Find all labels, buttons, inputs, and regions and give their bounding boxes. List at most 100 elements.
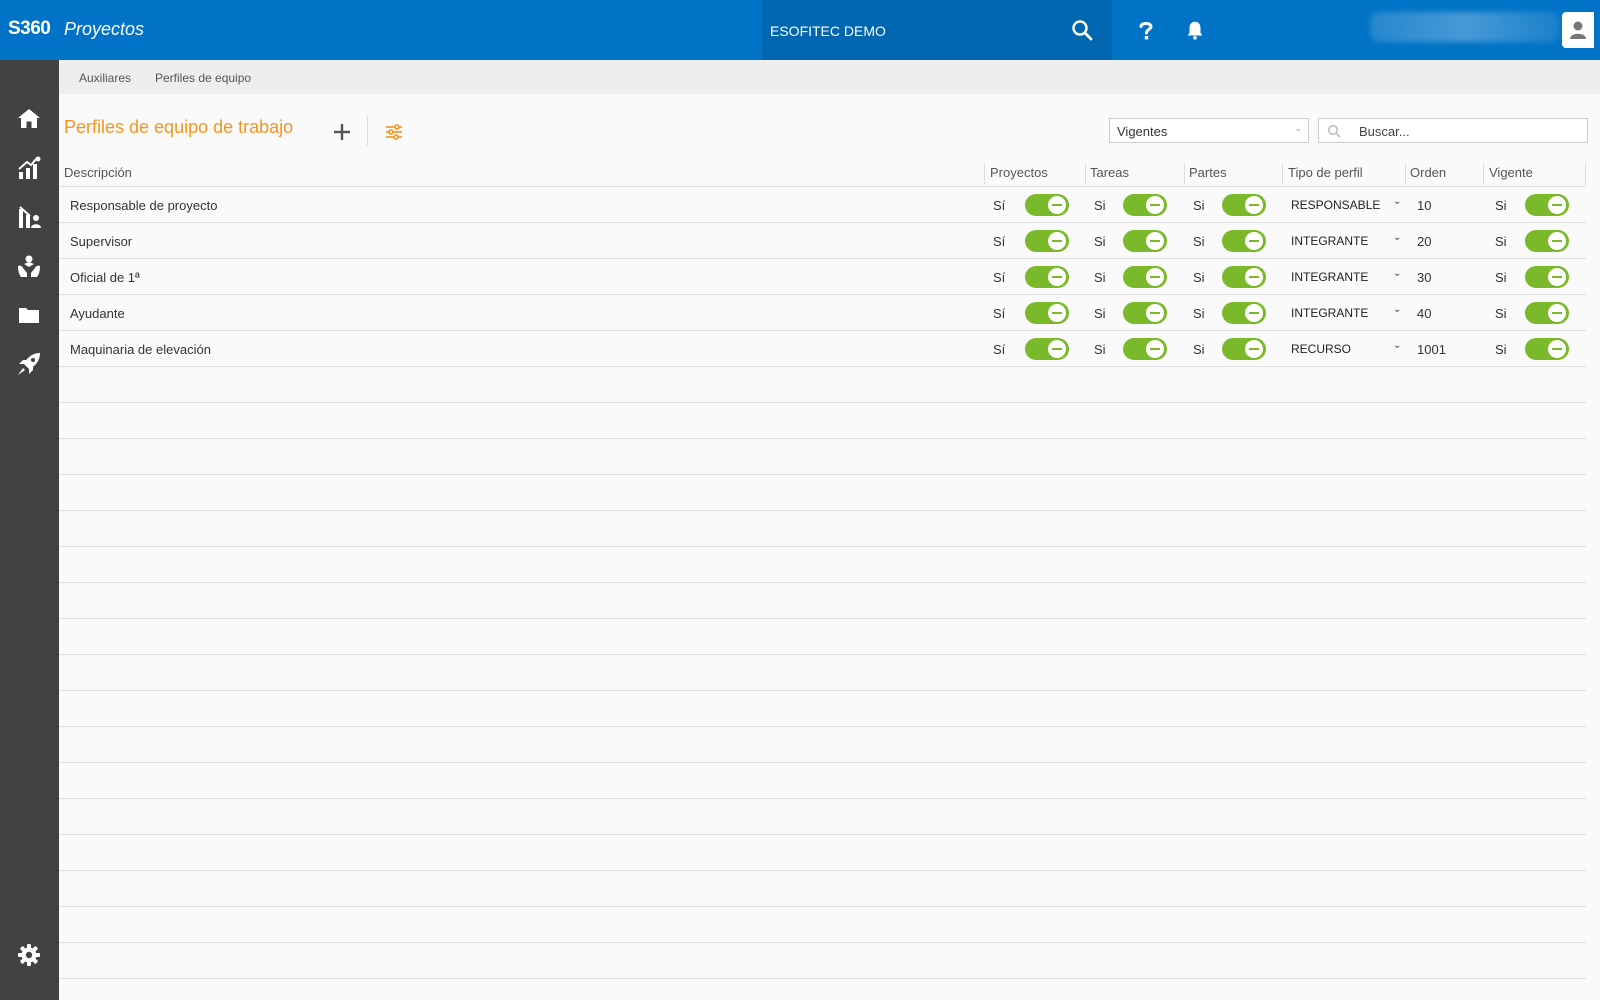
tipo-perfil-select[interactable]: RESPONSABLE [1291, 198, 1380, 212]
toggle-proyectos[interactable] [1025, 230, 1069, 252]
company-name: ESOFITEC DEMO [770, 23, 886, 39]
cell-proyectos-value: Sí [993, 270, 1006, 285]
empty-table-row [59, 907, 1586, 943]
search-input[interactable] [1359, 122, 1579, 140]
cell-vigente-value: Si [1495, 270, 1507, 285]
column-header-tareas[interactable]: Tareas [1090, 165, 1129, 180]
rocket-icon[interactable] [16, 351, 42, 377]
cell-orden: 1001 [1417, 342, 1446, 357]
search-icon[interactable] [1070, 18, 1094, 42]
minus-icon [1245, 304, 1263, 322]
company-selector[interactable]: ESOFITEC DEMO [762, 0, 1112, 60]
toggle-partes[interactable] [1222, 230, 1266, 252]
toggle-vigente[interactable] [1525, 230, 1569, 252]
toggle-partes[interactable] [1222, 194, 1266, 216]
chevron-down-icon[interactable]: ⌄ [1393, 268, 1401, 279]
toggle-proyectos[interactable] [1025, 302, 1069, 324]
chevron-down-icon[interactable]: ⌄ [1393, 196, 1401, 207]
column-header-partes[interactable]: Partes [1189, 165, 1227, 180]
column-header-descripcion[interactable]: Descripción [64, 165, 132, 180]
column-divider [1184, 163, 1185, 185]
tipo-perfil-select[interactable]: INTEGRANTE [1291, 234, 1368, 248]
home-icon[interactable] [16, 106, 42, 132]
cell-tareas-value: Si [1094, 306, 1106, 321]
cell-partes-value: Si [1193, 234, 1205, 249]
user-name[interactable] [1370, 12, 1560, 42]
app-title: Proyectos [64, 19, 145, 39]
column-header-orden[interactable]: Orden [1410, 165, 1446, 180]
empty-table-row [59, 583, 1586, 619]
cell-partes-value: Si [1193, 270, 1205, 285]
analytics-icon[interactable] [16, 155, 42, 181]
empty-table-row [59, 619, 1586, 655]
toggle-vigente[interactable] [1525, 338, 1569, 360]
toggle-proyectos[interactable] [1025, 194, 1069, 216]
table-row[interactable]: Oficial de 1ª Sí Si Si INTEGRANTE ⌄ 30 Si [59, 259, 1586, 295]
tipo-perfil-select[interactable]: RECURSO [1291, 342, 1351, 356]
page-title: Perfiles de equipo de trabajo [64, 117, 294, 137]
avatar[interactable] [1562, 12, 1594, 48]
cell-descripcion: Ayudante [70, 306, 125, 321]
chevron-down-icon[interactable]: ⌄ [1393, 340, 1401, 351]
minus-icon [1146, 304, 1164, 322]
toggle-vigente[interactable] [1525, 266, 1569, 288]
empty-table-row [59, 799, 1586, 835]
toggle-vigente[interactable] [1525, 302, 1569, 324]
reports-icon[interactable] [16, 204, 42, 230]
toggle-tareas[interactable] [1123, 338, 1167, 360]
minus-icon [1245, 232, 1263, 250]
cell-tareas-value: Si [1094, 270, 1106, 285]
tipo-perfil-select[interactable]: INTEGRANTE [1291, 270, 1368, 284]
toggle-tareas[interactable] [1123, 194, 1167, 216]
toggle-vigente[interactable] [1525, 194, 1569, 216]
column-header-vigente[interactable]: Vigente [1489, 165, 1533, 180]
empty-table-row [59, 655, 1586, 691]
search-icon [1327, 124, 1341, 138]
chevron-down-icon[interactable]: ⌄ [1393, 232, 1401, 243]
minus-icon [1245, 268, 1263, 286]
toggle-proyectos[interactable] [1025, 266, 1069, 288]
bell-icon[interactable] [1184, 19, 1206, 41]
cell-proyectos-value: Sí [993, 342, 1006, 357]
minus-icon [1146, 196, 1164, 214]
cell-partes-value: Si [1193, 306, 1205, 321]
table-row[interactable]: Supervisor Sí Si Si INTEGRANTE ⌄ 20 Si [59, 223, 1586, 259]
toggle-tareas[interactable] [1123, 230, 1167, 252]
breadcrumb-item-auxiliares[interactable]: Auxiliares [79, 71, 131, 85]
user-icon [1570, 21, 1586, 39]
table-row[interactable]: Ayudante Sí Si Si INTEGRANTE ⌄ 40 Si [59, 295, 1586, 331]
minus-icon [1048, 196, 1066, 214]
profiles-table: Descripción Proyectos Tareas Partes Tipo… [59, 160, 1586, 979]
cell-proyectos-value: Sí [993, 306, 1006, 321]
search-field[interactable] [1318, 118, 1588, 143]
filter-settings-icon[interactable] [384, 122, 404, 142]
toggle-partes[interactable] [1222, 302, 1266, 324]
column-divider [984, 163, 985, 185]
minus-icon [1548, 196, 1566, 214]
toggle-partes[interactable] [1222, 338, 1266, 360]
chevron-down-icon[interactable]: ⌄ [1393, 304, 1401, 315]
tipo-perfil-select[interactable]: INTEGRANTE [1291, 306, 1368, 320]
column-header-proyectos[interactable]: Proyectos [990, 165, 1048, 180]
add-icon[interactable] [330, 120, 354, 144]
breadcrumb-item-perfiles[interactable]: Perfiles de equipo [155, 71, 251, 85]
gear-icon[interactable] [16, 942, 42, 968]
table-row[interactable]: Maquinaria de elevación Sí Si Si RECURSO ⌄ 100… [59, 331, 1586, 367]
brand-logo[interactable]: S360 [8, 18, 51, 40]
cell-orden: 30 [1417, 270, 1432, 285]
help-icon[interactable] [1134, 18, 1158, 42]
cell-orden: 10 [1417, 198, 1432, 213]
status-filter-select[interactable]: Vigentes ⌄ [1109, 118, 1309, 143]
toggle-partes[interactable] [1222, 266, 1266, 288]
toggle-tareas[interactable] [1123, 266, 1167, 288]
top-bar: S360 Proyectos ESOFITEC DEMO [0, 0, 1600, 60]
cell-descripcion: Oficial de 1ª [70, 270, 140, 285]
table-row[interactable]: Responsable de proyecto Sí Si Si RESPONSABLE… [59, 187, 1586, 223]
folder-icon[interactable] [16, 302, 42, 328]
resources-icon[interactable] [16, 253, 42, 279]
column-divider [1085, 163, 1086, 185]
toggle-tareas[interactable] [1123, 302, 1167, 324]
column-header-tipo-perfil[interactable]: Tipo de perfil [1288, 165, 1363, 180]
table-header: Descripción Proyectos Tareas Partes Tipo… [59, 160, 1586, 187]
toggle-proyectos[interactable] [1025, 338, 1069, 360]
